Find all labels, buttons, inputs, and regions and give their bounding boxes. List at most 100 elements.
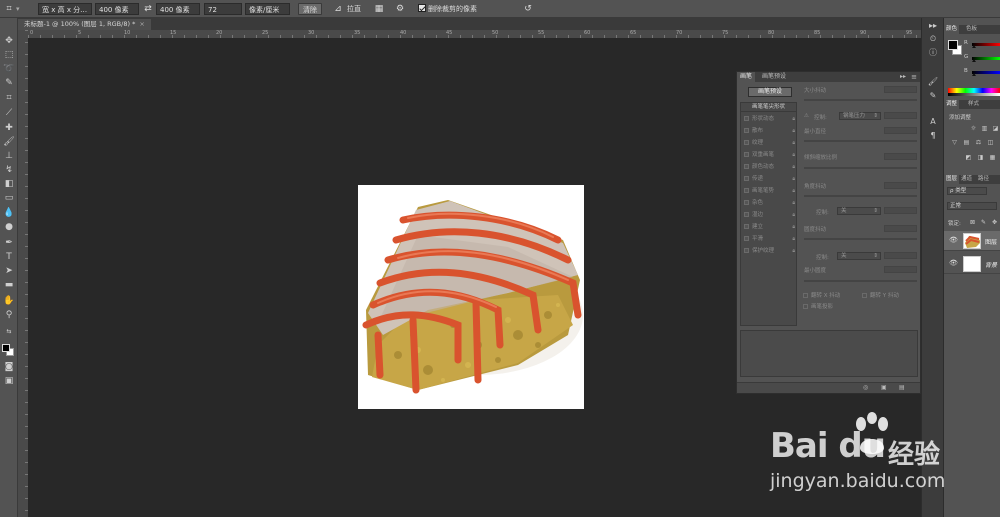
list-item[interactable]: 建立 🔒︎ bbox=[744, 222, 796, 233]
character-icon[interactable]: A bbox=[927, 116, 939, 127]
gear-icon[interactable]: ⚙ bbox=[394, 3, 406, 15]
units-select[interactable]: 像素/厘米 bbox=[245, 3, 290, 15]
tab-paths[interactable]: 路径 bbox=[976, 175, 991, 184]
brush-tip-shape-item[interactable]: 画笔笔尖形状 bbox=[741, 103, 796, 112]
dodge-tool-icon[interactable]: ● bbox=[3, 222, 15, 233]
hand-tool-icon[interactable]: ✋ bbox=[3, 296, 15, 307]
tilt-scale-value[interactable] bbox=[884, 153, 917, 160]
list-item[interactable]: 传递 🔒︎ bbox=[744, 174, 796, 185]
healing-brush-tool-icon[interactable]: ✚ bbox=[3, 123, 15, 134]
tab-swatches[interactable]: 色板 bbox=[964, 25, 979, 34]
flip-x-checkbox[interactable]: 翻转 X 抖动 bbox=[803, 291, 840, 299]
size-jitter-slider[interactable] bbox=[804, 99, 917, 101]
visibility-eye-icon[interactable]: 👁︎ bbox=[949, 236, 958, 244]
layer-filter-select[interactable]: ρ 类型 bbox=[947, 187, 987, 195]
roundness-control-select[interactable]: 关 ⇕ bbox=[837, 252, 881, 260]
tab-layers[interactable]: 图层 bbox=[944, 175, 960, 184]
resolution-input[interactable]: 72 bbox=[204, 3, 242, 15]
brush-panel-icon[interactable]: 🖌 bbox=[927, 76, 939, 87]
list-item[interactable]: 形状动态 🔒︎ bbox=[744, 114, 796, 125]
lock-transparency-icon[interactable]: ⊠ bbox=[968, 219, 977, 226]
black-white-icon[interactable]: ◫ bbox=[986, 139, 995, 146]
height-input[interactable]: 400 像素 bbox=[156, 3, 200, 15]
vibrance-icon[interactable]: ▽ bbox=[950, 139, 959, 146]
min-roundness-slider[interactable] bbox=[804, 280, 917, 282]
angle-control-value[interactable] bbox=[884, 207, 917, 214]
document-tab[interactable]: 未标题-1 @ 100% (图层 1, RGB/8) * × bbox=[18, 19, 151, 30]
gradient-map-icon[interactable]: ▦ bbox=[988, 154, 997, 161]
lock-position-icon[interactable]: ✥ bbox=[990, 219, 999, 226]
swap-colors-icon[interactable]: ⇆ bbox=[3, 326, 15, 337]
blue-channel-slider[interactable]: B bbox=[964, 68, 1000, 76]
eraser-tool-icon[interactable]: ◧ bbox=[3, 179, 15, 190]
swap-dimensions-icon[interactable]: ⇄ bbox=[142, 3, 154, 15]
roundness-jitter-value[interactable] bbox=[884, 225, 917, 232]
green-channel-slider[interactable]: G bbox=[964, 54, 1000, 62]
path-select-tool-icon[interactable]: ➤ bbox=[3, 266, 15, 277]
invert-icon[interactable]: ◩ bbox=[964, 154, 973, 161]
lock-paint-icon[interactable]: ✎ bbox=[979, 219, 988, 226]
eyedropper-tool-icon[interactable]: ⟋ bbox=[3, 108, 15, 119]
toggle-preview-icon[interactable]: ◎ bbox=[863, 384, 868, 391]
min-roundness-value[interactable] bbox=[884, 266, 917, 273]
levels-icon[interactable]: ▥ bbox=[980, 125, 989, 132]
rectangle-tool-icon[interactable]: ▬ bbox=[3, 280, 15, 291]
width-input[interactable]: 400 像素 bbox=[95, 3, 139, 15]
tab-adjustments[interactable]: 调整 bbox=[944, 100, 960, 109]
gradient-tool-icon[interactable]: ▭ bbox=[3, 193, 15, 204]
roundness-jitter-slider[interactable] bbox=[804, 238, 917, 240]
crop-tool-icon[interactable]: ⌗ bbox=[3, 93, 15, 104]
list-item[interactable]: 画笔笔势 🔒︎ bbox=[744, 186, 796, 197]
size-control-select[interactable]: 钢笔压力 ⇕ bbox=[839, 112, 881, 120]
angle-control-select[interactable]: 关 ⇕ bbox=[837, 207, 881, 215]
tilt-scale-slider[interactable] bbox=[804, 167, 917, 169]
zoom-tool-icon[interactable]: ⚲ bbox=[3, 310, 15, 321]
list-item[interactable]: 平滑 🔒︎ bbox=[744, 234, 796, 245]
create-brush-icon[interactable]: ▤ bbox=[899, 384, 905, 391]
visibility-eye-icon[interactable]: 👁︎ bbox=[949, 259, 958, 267]
brush-presets-icon[interactable]: ✎ bbox=[927, 90, 939, 101]
blend-mode-select[interactable]: 正常 bbox=[947, 202, 997, 210]
crop-tool-icon[interactable]: ⌗ bbox=[3, 3, 15, 15]
reset-icon[interactable]: ↺ bbox=[522, 3, 534, 15]
color-foreground-swatch[interactable] bbox=[948, 40, 958, 50]
color-spectrum-ramp[interactable] bbox=[948, 88, 1000, 96]
clone-stamp-tool-icon[interactable]: ⊥ bbox=[3, 151, 15, 162]
ratio-select[interactable]: 宽 x 高 x 分… bbox=[38, 3, 92, 15]
brush-tool-icon[interactable]: 🖌 bbox=[3, 137, 15, 148]
history-icon[interactable]: ⏲ bbox=[927, 33, 939, 44]
tab-styles[interactable]: 样式 bbox=[966, 100, 981, 109]
angle-jitter-value[interactable] bbox=[884, 182, 917, 189]
quick-mask-icon[interactable]: ◙ bbox=[3, 362, 15, 373]
screen-mode-icon[interactable]: ▣ bbox=[3, 376, 15, 387]
marquee-tool-icon[interactable]: ⬚ bbox=[3, 50, 15, 61]
list-item[interactable]: 湿边 🔒︎ bbox=[744, 210, 796, 221]
panel-menu-icon[interactable]: ≡ bbox=[911, 72, 917, 82]
red-channel-slider[interactable]: R bbox=[964, 40, 1000, 48]
list-item[interactable]: 保护纹理 🔒︎ bbox=[744, 246, 796, 257]
lasso-tool-icon[interactable]: ➰ bbox=[3, 64, 15, 75]
clear-button[interactable]: 清除 bbox=[298, 3, 322, 15]
min-diameter-value[interactable] bbox=[884, 127, 917, 134]
overlay-grid-icon[interactable]: ▦ bbox=[373, 3, 385, 15]
brush-projection-checkbox[interactable]: 画笔投影 bbox=[803, 302, 833, 310]
flip-y-checkbox[interactable]: 翻转 Y 抖动 bbox=[862, 291, 899, 299]
collapse-dock-icon[interactable]: ▸▸ bbox=[927, 20, 939, 31]
delete-cropped-checkbox[interactable]: 删除裁剪的像素 bbox=[418, 3, 477, 15]
quick-select-tool-icon[interactable]: ✎ bbox=[3, 78, 15, 89]
type-tool-icon[interactable]: T bbox=[3, 252, 15, 263]
layer-row-image[interactable]: 👁︎ 图层 bbox=[944, 231, 1000, 251]
list-item[interactable]: 杂色 🔒︎ bbox=[744, 198, 796, 209]
history-brush-tool-icon[interactable]: ↯ bbox=[3, 165, 15, 176]
curves-icon[interactable]: ◪ bbox=[991, 125, 1000, 132]
foreground-color-swatch[interactable] bbox=[2, 344, 10, 352]
tab-channels[interactable]: 通道 bbox=[959, 175, 974, 184]
brightness-icon[interactable]: ☼ bbox=[969, 125, 978, 132]
layer-row-background[interactable]: 👁︎ 背景 bbox=[944, 254, 1000, 274]
min-diameter-slider[interactable] bbox=[804, 140, 917, 142]
paragraph-icon[interactable]: ¶ bbox=[927, 130, 939, 141]
list-item[interactable]: 纹理 🔒︎ bbox=[744, 138, 796, 149]
straighten-icon[interactable]: ⊿ bbox=[332, 3, 344, 15]
collapse-panel-icon[interactable]: ▸▸ bbox=[900, 72, 906, 82]
brush-presets-button[interactable]: 画笔预设 bbox=[748, 87, 792, 97]
